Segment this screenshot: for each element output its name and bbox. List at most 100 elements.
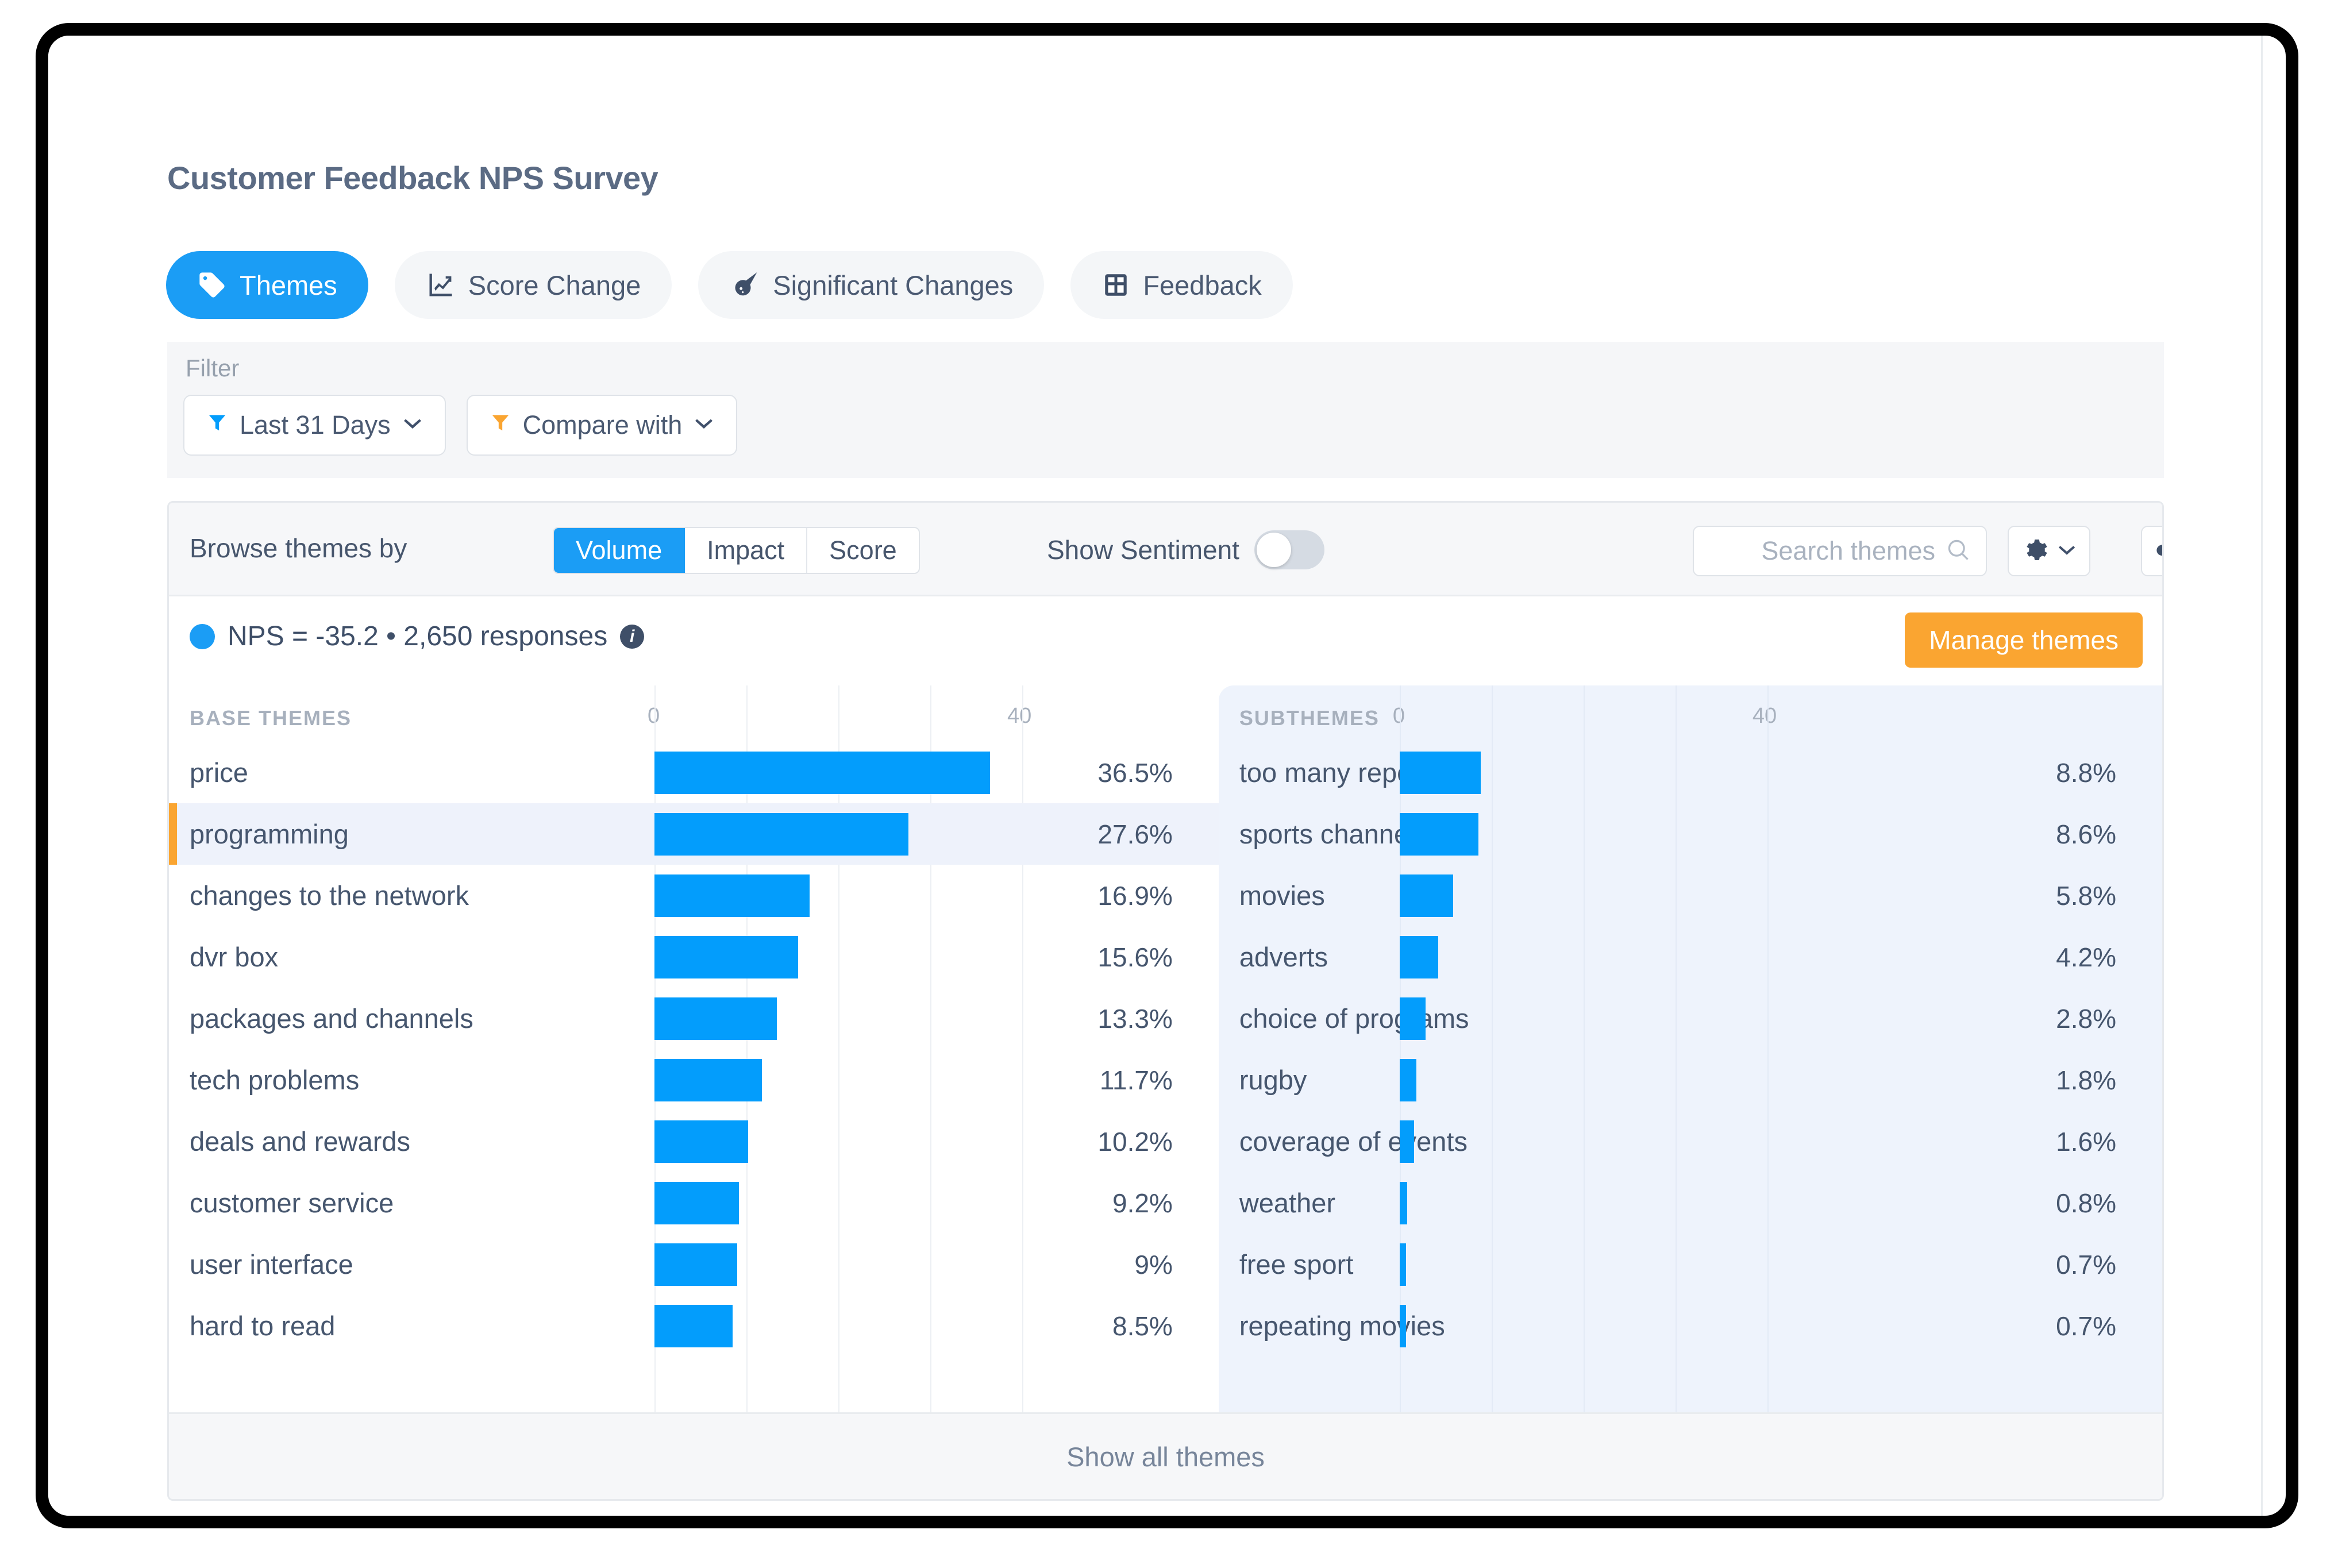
table-row[interactable]: coverage of events 1.6% [1219,1111,2162,1172]
theme-value: 9% [1134,1249,1172,1280]
sub-axis-tick-min: 0 [1393,704,1405,729]
nps-summary: NPS = -35.2 • 2,650 responses i [190,621,644,652]
card-footer: Show all themes [169,1412,2162,1499]
theme-label: dvr box [190,941,278,973]
grid-icon [1101,271,1130,299]
table-row[interactable]: choice of programs2.8% [1219,988,2162,1049]
themes-card: Browse themes by Volume Impact Score Sho… [167,501,2164,1501]
tab-significant-changes[interactable]: Significant Changes [698,251,1044,319]
theme-bar [1400,1059,1416,1101]
theme-bar [1400,752,1481,794]
segment-impact[interactable]: Impact [685,528,807,573]
theme-bar [654,1243,737,1286]
theme-bar [654,1305,733,1347]
theme-label: adverts [1239,941,1328,973]
tag-icon [197,270,227,300]
theme-bar [1400,874,1453,917]
filter-chip-compare[interactable]: Compare with [467,395,738,456]
base-themes-panel: BASE THEMES 0 40 price 36.5% programming27… [169,685,1219,1416]
base-themes-rows: price36.5%programming27.6%changes to the… [169,742,1219,1357]
sub-axis-tick-max: 40 [1753,704,1777,729]
segment-volume[interactable]: Volume [554,528,685,573]
theme-value: 36.5% [1097,757,1172,788]
tab-label: Themes [240,269,337,301]
theme-bar [654,936,798,978]
theme-value: 0.7% [2056,1311,2116,1342]
theme-bar [654,813,908,856]
theme-label: price [190,757,248,788]
table-row[interactable]: sports channels8.6% [1219,803,2162,865]
page-title: Customer Feedback NPS Survey [167,159,658,197]
table-row[interactable]: programming27.6% [169,803,1219,865]
table-row[interactable]: user interface 9% [169,1234,1219,1295]
table-row[interactable]: weather0.8% [1219,1172,2162,1234]
device-frame: Customer Feedback NPS Survey Themes Scor… [36,23,2298,1528]
table-row[interactable]: deals and rewards10.2% [169,1111,1219,1172]
subthemes-panel: SUBTHEMES 0 40 too many repeats8.8%sport… [1219,685,2162,1416]
theme-bar [1400,936,1438,978]
table-row[interactable]: adverts4.2% [1219,926,2162,988]
tab-label: Score Change [468,269,641,301]
theme-bar [654,1182,739,1224]
theme-value: 1.6% [2056,1126,2116,1157]
theme-bar [654,1059,762,1101]
theme-label: weather [1239,1187,1335,1219]
table-row[interactable]: repeating movies 0.7% [1219,1295,2162,1357]
theme-label: movies [1239,880,1325,911]
nps-color-dot [190,624,215,649]
filter-chip-date-range[interactable]: Last 31 Days [183,395,446,456]
theme-value: 13.3% [1097,1003,1172,1034]
download-menu-button[interactable] [2141,526,2164,576]
table-row[interactable]: too many repeats8.8% [1219,742,2162,803]
table-row[interactable]: packages and channels13.3% [169,988,1219,1049]
funnel-icon [490,410,511,440]
base-themes-header: BASE THEMES 0 40 [169,702,1219,742]
comet-icon [729,269,760,300]
segment-score[interactable]: Score [807,528,919,573]
show-all-themes-button[interactable]: Show all themes [1066,1441,1265,1473]
theme-value: 10.2% [1097,1126,1172,1157]
theme-label: repeating movies [1239,1310,1445,1342]
theme-label: tech problems [190,1064,359,1096]
tab-bar: Themes Score Change Significant Changes … [166,251,1293,319]
base-axis-tick-min: 0 [648,704,660,729]
theme-label: coverage of events [1239,1126,1468,1157]
info-icon[interactable]: i [620,625,644,649]
theme-label: hard to read [190,1310,335,1342]
theme-value: 1.8% [2056,1065,2116,1096]
cloud-download-icon [2155,536,2164,567]
theme-value: 5.8% [2056,880,2116,911]
theme-value: 8.8% [2056,757,2116,788]
table-row[interactable]: hard to read8.5% [169,1295,1219,1357]
table-row[interactable]: price 36.5% [169,742,1219,803]
toggle-knob [1257,533,1291,567]
theme-label: user interface [190,1249,353,1280]
theme-bar [654,997,777,1040]
table-row[interactable]: free sport0.7% [1219,1234,2162,1295]
table-row[interactable]: dvr box15.6% [169,926,1219,988]
show-sentiment-toggle[interactable] [1254,530,1324,569]
search-themes-box[interactable] [1693,526,1987,576]
settings-menu-button[interactable] [2008,526,2090,576]
table-row[interactable]: rugby 1.8% [1219,1049,2162,1111]
table-row[interactable]: movies 5.8% [1219,865,2162,926]
theme-label: customer service [190,1187,394,1219]
table-row[interactable]: tech problems11.7% [169,1049,1219,1111]
gear-icon [2021,536,2049,567]
tab-score-change[interactable]: Score Change [395,251,672,319]
theme-value: 2.8% [2056,1003,2116,1034]
search-input[interactable] [1728,536,1935,566]
theme-label: rugby [1239,1064,1307,1096]
theme-bar [1400,1243,1406,1286]
tab-feedback[interactable]: Feedback [1070,251,1292,319]
theme-bar [654,1120,748,1163]
theme-label: changes to the network [190,880,469,911]
theme-bar [1400,1120,1415,1163]
manage-themes-button[interactable]: Manage themes [1905,612,2143,668]
line-chart-icon [426,270,456,300]
tab-themes[interactable]: Themes [166,251,368,319]
table-row[interactable]: changes to the network16.9% [169,865,1219,926]
theme-value: 9.2% [1112,1188,1173,1219]
table-row[interactable]: customer service 9.2% [169,1172,1219,1234]
show-sentiment-label: Show Sentiment [1047,534,1239,565]
